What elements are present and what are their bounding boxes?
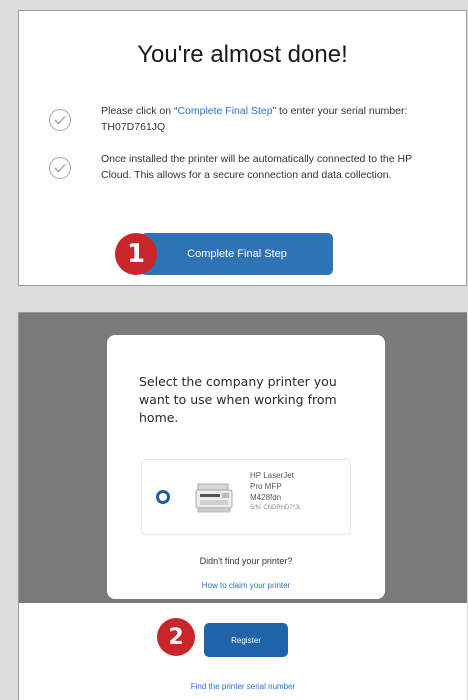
printer-option-card[interactable]: HP LaserJet Pro MFP M428fdn S/N: CNDRHD7… bbox=[141, 459, 351, 535]
printer-name-line3: M428fdn bbox=[250, 493, 282, 502]
register-button[interactable]: Register bbox=[204, 623, 288, 657]
check-circle-icon bbox=[49, 157, 71, 179]
printer-selection-panel: Select the company printer you want to u… bbox=[18, 312, 467, 700]
printer-icon bbox=[194, 478, 234, 516]
printer-info: HP LaserJet Pro MFP M428fdn S/N: CNDRHD7… bbox=[250, 470, 346, 514]
complete-final-step-button[interactable]: Complete Final Step bbox=[141, 233, 333, 275]
printer-serial: S/N: CNDRHD7*JL bbox=[250, 505, 302, 511]
step-badge-1: 1 bbox=[115, 233, 157, 275]
printer-select-modal: Select the company printer you want to u… bbox=[107, 335, 385, 599]
complete-final-step-link[interactable]: Complete Final Step bbox=[177, 105, 272, 117]
check-circle-icon bbox=[49, 109, 71, 131]
printer-name-line2: Pro MFP bbox=[250, 482, 282, 491]
step-two-text: Once installed the printer will be autom… bbox=[101, 153, 412, 181]
page-title: You're almost done! bbox=[137, 41, 348, 68]
completion-panel: You're almost done! Please click on “Com… bbox=[18, 10, 467, 286]
claim-printer-link[interactable]: How to claim your printer bbox=[107, 581, 385, 590]
step-badge-2: 2 bbox=[157, 618, 195, 656]
printer-name-line1: HP LaserJet bbox=[250, 471, 294, 480]
step-one-prefix: Please click on “ bbox=[101, 105, 178, 117]
printer-radio-button[interactable] bbox=[156, 490, 170, 504]
find-serial-number-link[interactable]: Find the printer serial number bbox=[19, 682, 467, 691]
modal-title: Select the company printer you want to u… bbox=[139, 374, 337, 425]
printer-not-found-text: Didn't find your printer? bbox=[199, 556, 293, 566]
step-one-text: Please click on “Complete Final Step” to… bbox=[101, 103, 441, 135]
